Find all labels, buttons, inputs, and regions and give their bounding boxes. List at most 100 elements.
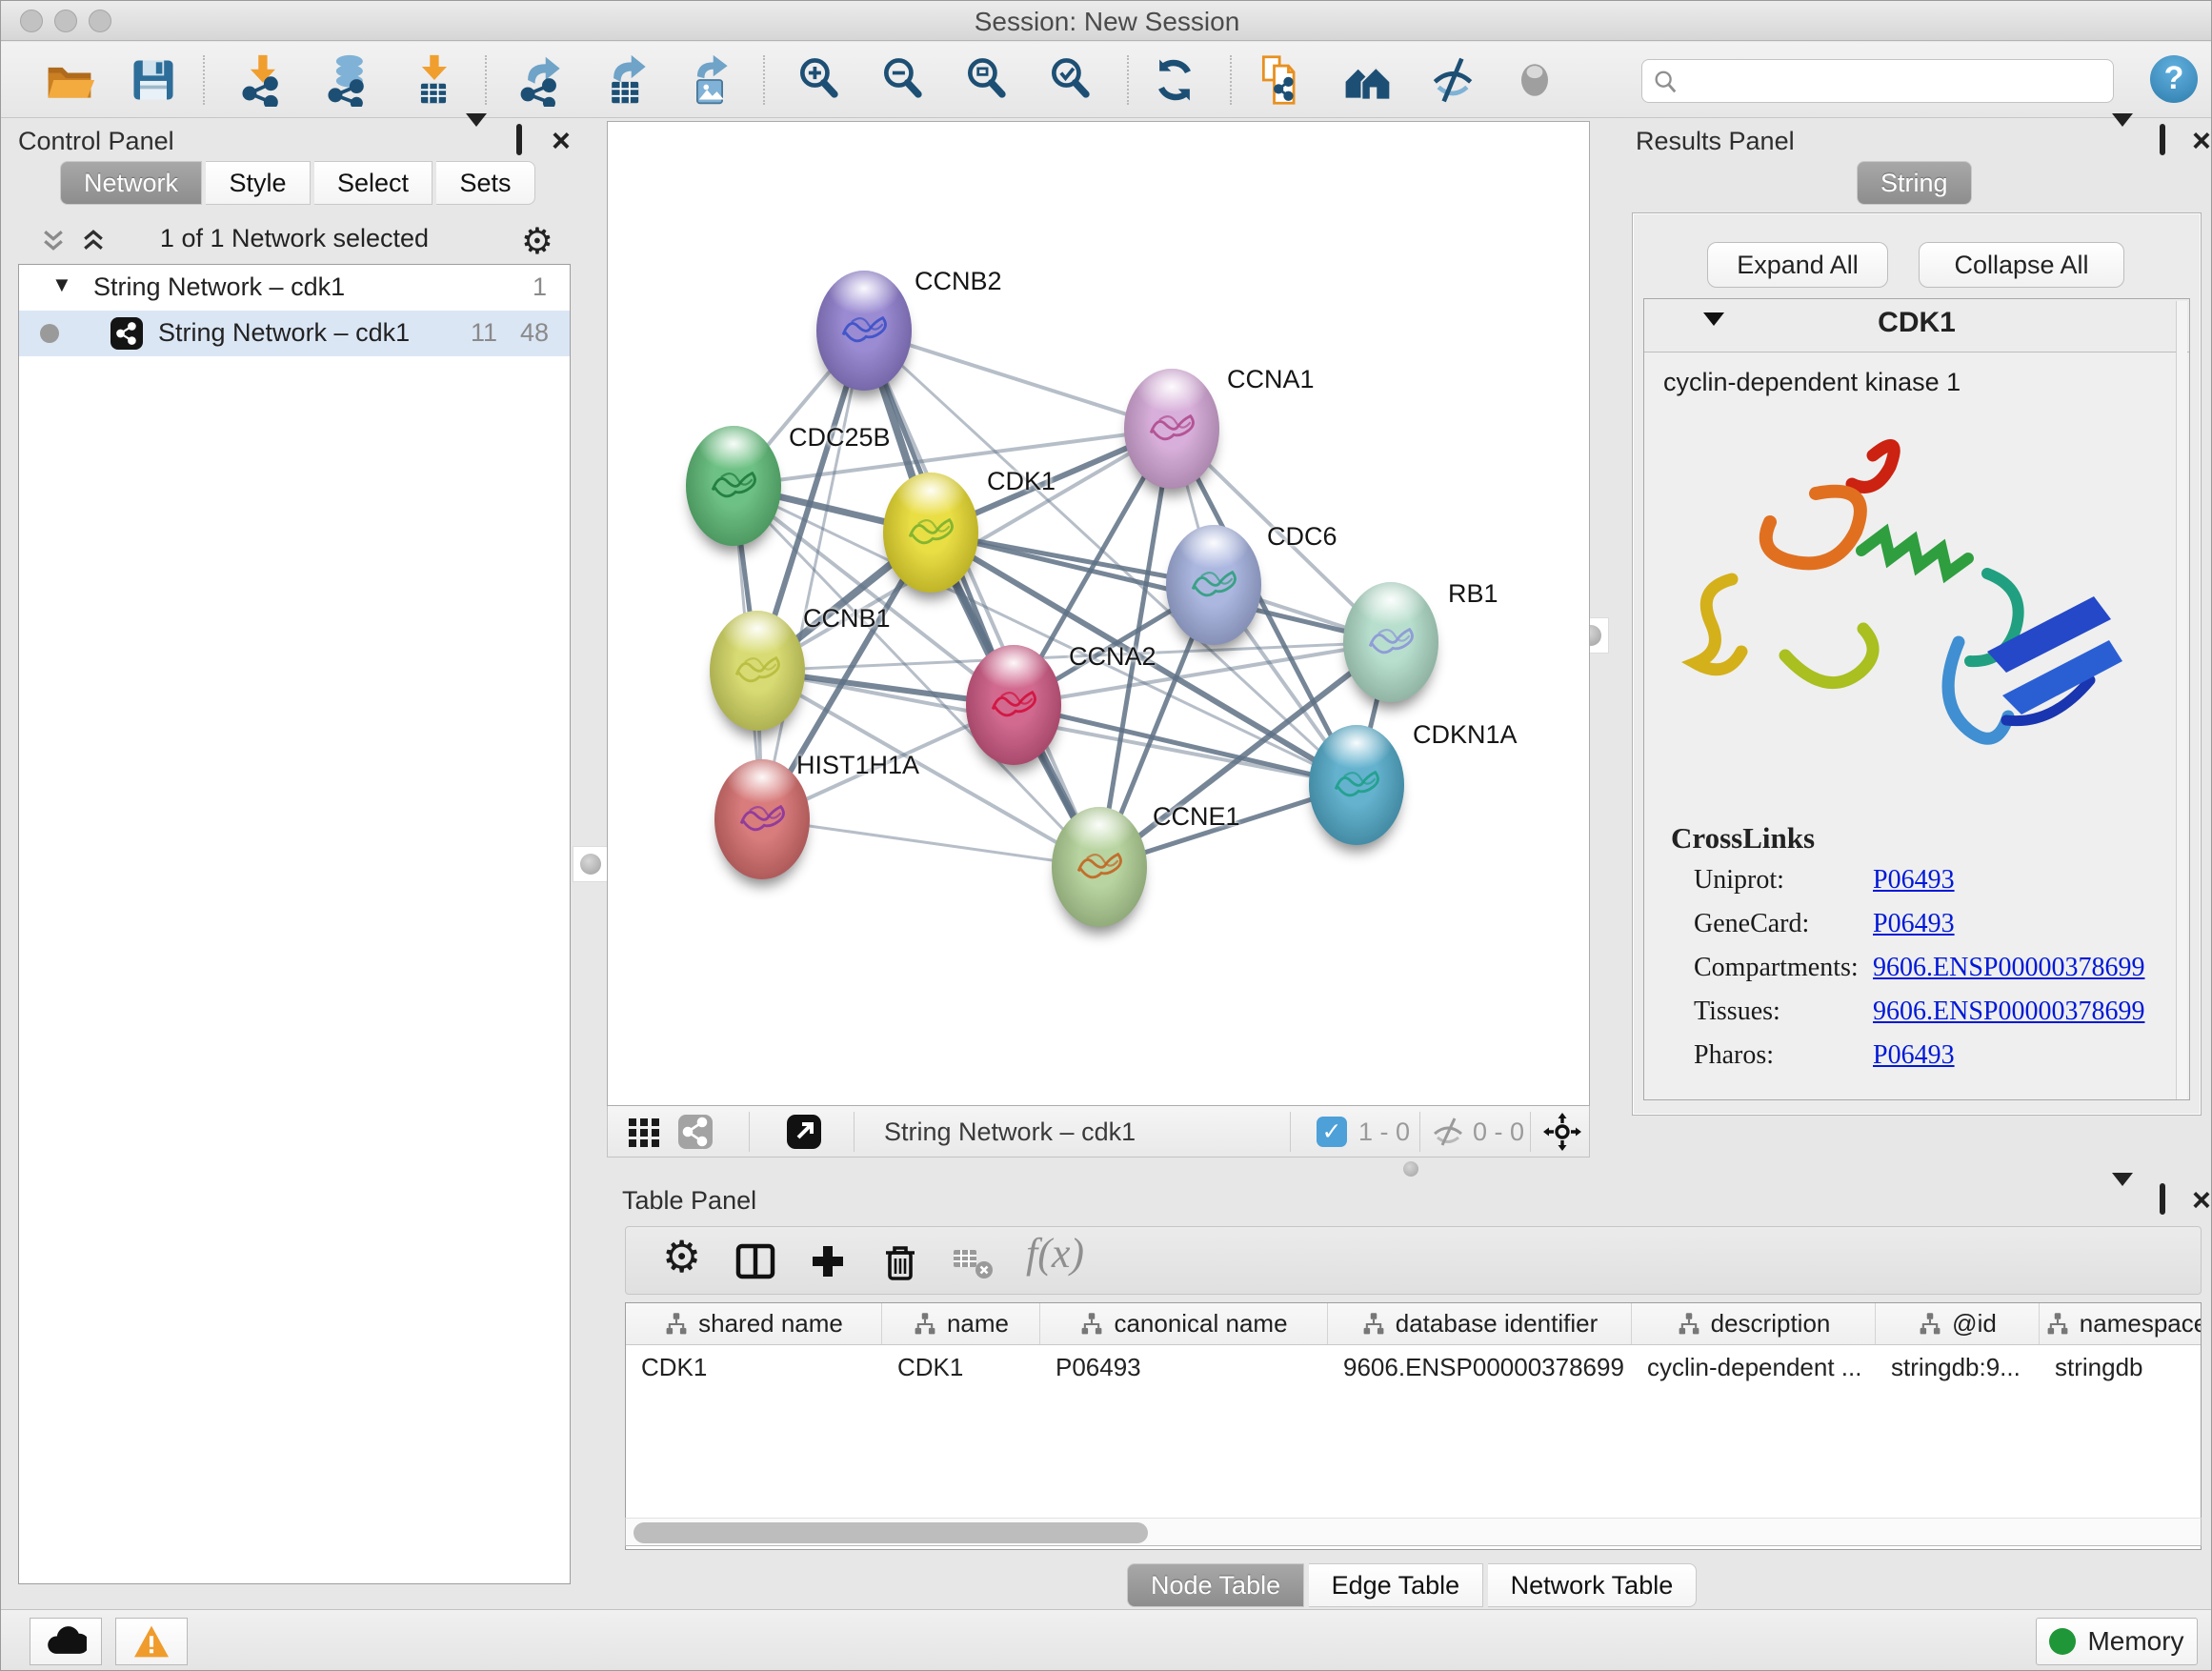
gene-detail-card: CDK1 cyclin-dependent kinase 1 CrossLink… bbox=[1643, 298, 2190, 1100]
crosslink-pharos-link[interactable]: P06493 bbox=[1873, 1040, 1955, 1070]
zoom-out-icon[interactable] bbox=[877, 53, 931, 107]
open-folder-icon[interactable] bbox=[43, 53, 96, 107]
cell-description[interactable]: cyclin-dependent ... bbox=[1632, 1345, 1876, 1389]
help-icon[interactable]: ? bbox=[2150, 55, 2198, 103]
network-node-ccnb2[interactable] bbox=[816, 271, 912, 391]
selected-checkbox[interactable]: ✓ bbox=[1317, 1117, 1347, 1147]
cell-shared-name[interactable]: CDK1 bbox=[626, 1345, 882, 1389]
warning-icon[interactable] bbox=[115, 1618, 188, 1665]
memory-button[interactable]: Memory bbox=[2036, 1618, 2198, 1665]
network-node-ccnb1[interactable] bbox=[710, 611, 805, 731]
network-node-hist1h1a[interactable] bbox=[714, 759, 810, 879]
refresh-layout-icon[interactable] bbox=[1148, 53, 1201, 107]
control-panel-close-icon[interactable]: × bbox=[552, 129, 571, 153]
expand-all-button[interactable]: Expand All bbox=[1707, 242, 1888, 288]
column-header-shared-name[interactable]: shared name bbox=[626, 1303, 882, 1344]
zoom-in-icon[interactable] bbox=[794, 53, 847, 107]
function-builder-icon[interactable]: f(x) bbox=[1026, 1229, 1084, 1278]
tab-string[interactable]: String bbox=[1857, 161, 1972, 205]
results-scrollbar[interactable] bbox=[2176, 301, 2187, 1099]
network-node-rb1[interactable] bbox=[1343, 582, 1438, 702]
export-image-icon[interactable] bbox=[683, 53, 736, 107]
network-node-ccne1[interactable] bbox=[1052, 807, 1147, 927]
add-column-icon[interactable] bbox=[805, 1238, 851, 1284]
scrollbar-thumb[interactable] bbox=[633, 1522, 1148, 1543]
table-panel-float-icon[interactable] bbox=[2160, 1186, 2165, 1213]
column-header-database-identifier[interactable]: database identifier bbox=[1328, 1303, 1632, 1344]
network-options-gear-icon[interactable]: ⚙ bbox=[521, 220, 553, 263]
zoom-fit-icon[interactable] bbox=[961, 53, 1015, 107]
zoom-selected-icon[interactable] bbox=[1045, 53, 1098, 107]
show-elements-icon[interactable] bbox=[1508, 53, 1561, 107]
results-panel-menu-icon[interactable] bbox=[2112, 127, 2133, 153]
column-header-name[interactable]: name bbox=[882, 1303, 1040, 1344]
share-network-icon[interactable] bbox=[676, 1113, 714, 1151]
network-node-cdc25b[interactable] bbox=[686, 426, 781, 546]
left-splitter-handle[interactable] bbox=[573, 846, 609, 882]
results-panel-float-icon[interactable] bbox=[2160, 127, 2165, 153]
export-network-icon[interactable] bbox=[515, 53, 569, 107]
import-network-icon[interactable] bbox=[235, 53, 289, 107]
tab-sets[interactable]: Sets bbox=[436, 161, 534, 205]
node-label-cdc6: CDC6 bbox=[1267, 522, 1337, 552]
houses-icon[interactable] bbox=[1340, 53, 1394, 107]
tab-network[interactable]: Network bbox=[60, 161, 202, 205]
crosslink-genecard-link[interactable]: P06493 bbox=[1873, 909, 1955, 938]
save-icon[interactable] bbox=[127, 53, 180, 107]
cell--id[interactable]: stringdb:9... bbox=[1876, 1345, 2040, 1389]
gene-card-header[interactable]: CDK1 bbox=[1644, 299, 2189, 352]
network-node-cdc6[interactable] bbox=[1166, 525, 1261, 645]
network-node-cdkn1a[interactable] bbox=[1309, 725, 1404, 845]
cloud-icon[interactable] bbox=[30, 1618, 102, 1665]
network-node-cdk1[interactable] bbox=[883, 473, 978, 593]
hide-elements-icon[interactable] bbox=[1426, 53, 1479, 107]
control-panel-menu-icon[interactable] bbox=[466, 127, 487, 153]
table-horizontal-scrollbar[interactable] bbox=[625, 1518, 2202, 1546]
table-row[interactable]: CDK1CDK1P064939606.ENSP00000378699cyclin… bbox=[626, 1345, 2201, 1389]
network-canvas[interactable]: CCNB2CCNA1CDC25BCDK1CDC6RB1CCNB1CCNA2CDK… bbox=[607, 121, 1590, 1106]
tab-node-table[interactable]: Node Table bbox=[1127, 1563, 1304, 1607]
column-header-description[interactable]: description bbox=[1632, 1303, 1876, 1344]
column-header-namespace[interactable]: namespace bbox=[2040, 1303, 2202, 1344]
tab-style[interactable]: Style bbox=[206, 161, 310, 205]
move-crosshair-icon[interactable] bbox=[1543, 1113, 1581, 1151]
network-node-ccna1[interactable] bbox=[1124, 369, 1219, 489]
collapse-all-button[interactable]: Collapse All bbox=[1919, 242, 2124, 288]
table-panel-close-icon[interactable]: × bbox=[2192, 1188, 2211, 1213]
tab-edge-table[interactable]: Edge Table bbox=[1309, 1563, 1484, 1607]
network-node-ccna2[interactable] bbox=[966, 645, 1061, 765]
horizontal-splitter-handle[interactable] bbox=[1403, 1161, 1418, 1177]
crosslink-uniprot-link[interactable]: P06493 bbox=[1873, 865, 1955, 895]
cell-canonical-name[interactable]: P06493 bbox=[1040, 1345, 1328, 1389]
cell-name[interactable]: CDK1 bbox=[882, 1345, 1040, 1389]
search-input[interactable] bbox=[1641, 59, 2114, 103]
shared-column-icon bbox=[1361, 1312, 1386, 1337]
import-table-icon[interactable] bbox=[407, 53, 460, 107]
table-panel-menu-icon[interactable] bbox=[2112, 1186, 2133, 1213]
results-panel-close-icon[interactable]: × bbox=[2192, 129, 2211, 153]
crosslink-tissues-link[interactable]: 9606.ENSP00000378699 bbox=[1873, 997, 2144, 1026]
search-field[interactable] bbox=[1688, 64, 2098, 98]
collection-expander-icon[interactable]: ▼ bbox=[51, 272, 72, 297]
table-toolbar: ⚙ f(x) bbox=[625, 1226, 2202, 1295]
network-collection-row[interactable]: ▼ String Network – cdk1 1 bbox=[19, 265, 570, 311]
tab-select[interactable]: Select bbox=[314, 161, 432, 205]
control-panel-float-icon[interactable] bbox=[516, 127, 522, 153]
cell-database-identifier[interactable]: 9606.ENSP00000378699 bbox=[1328, 1345, 1632, 1389]
tab-network-table[interactable]: Network Table bbox=[1488, 1563, 1698, 1607]
cell-namespace[interactable]: stringdb bbox=[2040, 1345, 2202, 1389]
delete-icon[interactable] bbox=[877, 1238, 923, 1284]
export-table-icon[interactable] bbox=[601, 53, 654, 107]
open-external-icon[interactable] bbox=[785, 1113, 823, 1151]
gear-icon[interactable]: ⚙ bbox=[662, 1231, 701, 1282]
column-header--id[interactable]: @id bbox=[1876, 1303, 2040, 1344]
delete-table-icon[interactable] bbox=[950, 1238, 995, 1284]
network-row[interactable]: String Network – cdk1 11 48 bbox=[19, 311, 570, 356]
crosslink-compartments-link[interactable]: 9606.ENSP00000378699 bbox=[1873, 953, 2144, 982]
import-database-icon[interactable] bbox=[321, 53, 374, 107]
columns-icon[interactable] bbox=[733, 1238, 778, 1284]
clone-network-icon[interactable] bbox=[1255, 53, 1308, 107]
shared-column-icon bbox=[913, 1312, 937, 1337]
birds-eye-icon[interactable] bbox=[625, 1113, 663, 1151]
column-header-canonical-name[interactable]: canonical name bbox=[1040, 1303, 1328, 1344]
